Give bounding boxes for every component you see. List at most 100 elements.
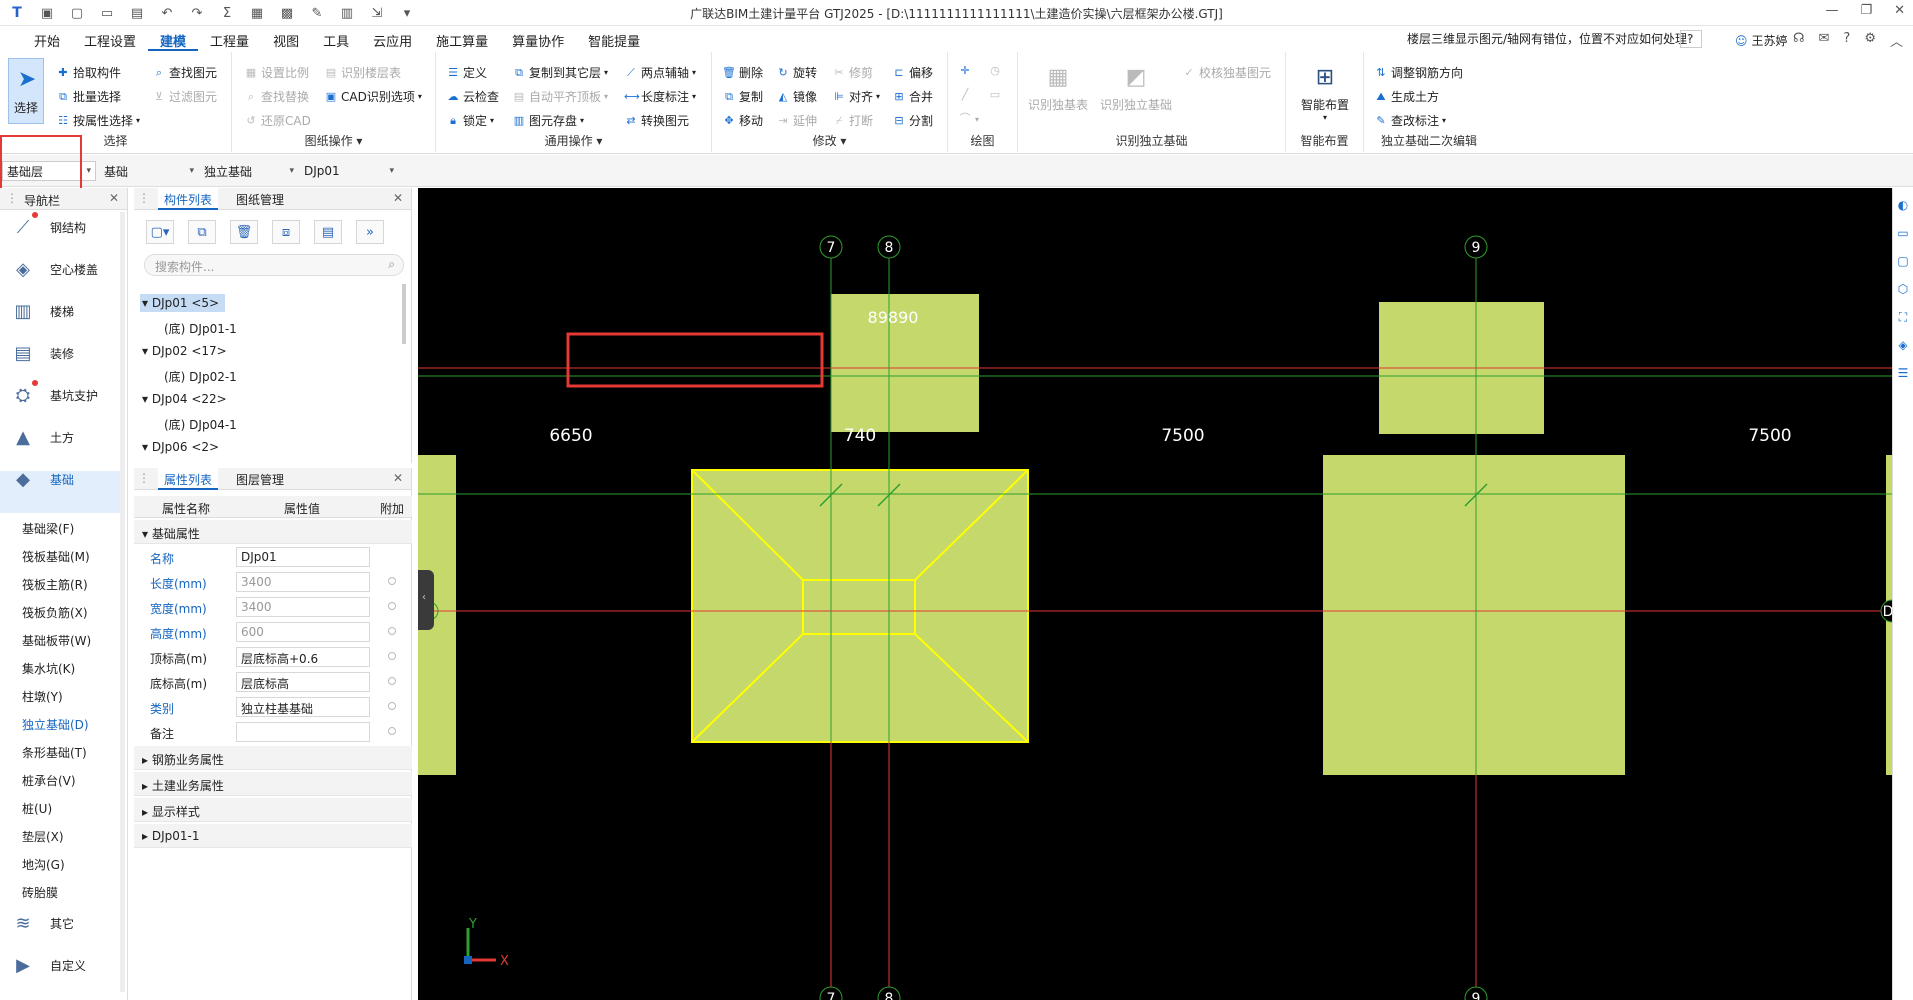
property-extra-checkbox[interactable]	[388, 652, 396, 660]
copy-button[interactable]: ⧉ 复制	[722, 88, 763, 105]
nav-subitem-2[interactable]: 筏板主筋(R)	[22, 576, 88, 593]
tab-component-list[interactable]: 构件列表	[158, 188, 219, 210]
view-iso-icon[interactable]: ⬡	[1894, 282, 1912, 300]
expand-icon[interactable]: ▾	[142, 440, 152, 454]
more-icon[interactable]: »	[356, 220, 384, 244]
property-value-input[interactable]: 600	[236, 622, 370, 642]
offset-button[interactable]: ⊏ 偏移	[892, 64, 933, 81]
property-value-input[interactable]: 层底标高+0.6	[236, 647, 370, 667]
tree-child-item[interactable]: (底) DJp04-1	[162, 414, 243, 435]
copy-component-icon[interactable]: ⧉	[188, 220, 216, 244]
smart-layout-button[interactable]: ⊞ 智能布置 ▾	[1290, 58, 1360, 123]
collapse-ribbon-icon[interactable]: ︿	[1890, 31, 1903, 50]
help-question-text[interactable]: 楼层三维显示图元/轴网有错位，位置不对应如何处理?	[1407, 30, 1693, 47]
property-extra-checkbox[interactable]	[388, 602, 396, 610]
drag-handle-icon[interactable]: ⋮	[138, 471, 150, 485]
align-button[interactable]: ⊫ 对齐 ▾	[832, 88, 880, 105]
nav-item-3[interactable]: ▤ 装修	[10, 340, 74, 366]
new-component-icon[interactable]: ▢▾	[146, 220, 174, 244]
new-file-icon[interactable]: ▣	[38, 4, 56, 22]
category-dropdown[interactable]: 基础 ▾	[100, 161, 198, 181]
drag-handle-icon[interactable]: ⋮	[138, 191, 150, 205]
nav-subitem-11[interactable]: 垫层(X)	[22, 828, 64, 845]
pen-icon[interactable]: ✎	[308, 4, 326, 22]
tab-layer-management[interactable]: 图层管理	[230, 468, 290, 490]
copy-to-floor-button[interactable]: ⧉ 复制到其它层 ▾	[512, 64, 608, 81]
property-value-input[interactable]	[236, 722, 370, 742]
tree-child-item[interactable]: (底) DJp01-1	[162, 318, 243, 339]
view-top-icon[interactable]: ▢	[1894, 254, 1912, 272]
property-value-input[interactable]: 3400	[236, 597, 370, 617]
nav-subitem-8[interactable]: 条形基础(T)	[22, 744, 87, 761]
property-extra-checkbox[interactable]	[388, 727, 396, 735]
expand-icon[interactable]: ▾	[142, 344, 152, 358]
nav-subitem-10[interactable]: 桩(U)	[22, 800, 52, 817]
mirror-button[interactable]: ◭ 镜像	[776, 88, 817, 105]
nav-subitem-13[interactable]: 砖胎膜	[22, 884, 58, 901]
open-folder-icon[interactable]: ▭	[98, 4, 116, 22]
expand-icon[interactable]: ▾	[142, 296, 152, 310]
settings-icon[interactable]: ⚙	[1864, 31, 1876, 50]
component-search-input[interactable]: 搜索构件... ⌕	[144, 254, 404, 276]
nav-subitem-6[interactable]: 柱墩(Y)	[22, 688, 63, 705]
nav-subitem-4[interactable]: 基础板带(W)	[22, 632, 91, 649]
generate-earth-button[interactable]: ⛰︎ 生成土方	[1374, 88, 1439, 105]
export-icon[interactable]: ⇲	[368, 4, 386, 22]
tree-group-item[interactable]: ▾ DJp04 <22>	[140, 390, 233, 408]
close-icon[interactable]: ✕	[109, 191, 119, 205]
layer-copy-icon[interactable]: ⧈	[272, 220, 300, 244]
table-icon[interactable]: ▩	[278, 4, 296, 22]
store-element-button[interactable]: ▥ 图元存盘 ▾	[512, 112, 584, 129]
menu-tab-1[interactable]: 工程设置	[72, 31, 148, 51]
batch-select-button[interactable]: ⧉ 批量选择	[56, 88, 121, 105]
view-list-icon[interactable]: ☰	[1894, 366, 1912, 384]
nav-item-1[interactable]: ◈ 空心楼盖	[10, 256, 98, 282]
convert-element-button[interactable]: ⇄ 转换图元	[624, 112, 689, 129]
nav-subitem-5[interactable]: 集水坑(K)	[22, 660, 75, 677]
expand-icon[interactable]: ▾	[142, 392, 152, 406]
tab-property-list[interactable]: 属性列表	[158, 468, 219, 490]
footing-9-main[interactable]	[1323, 455, 1625, 775]
nav-item-5[interactable]: ▲ 土方	[10, 424, 74, 450]
nav-subitem-3[interactable]: 筏板负筋(X)	[22, 604, 88, 621]
property-section[interactable]: ▸ 土建业务属性	[134, 772, 412, 796]
point-draw-button[interactable]: ✛	[958, 64, 972, 78]
delete-button[interactable]: 🗑︎ 删除	[722, 64, 763, 81]
close-icon[interactable]: ✕	[1894, 3, 1905, 18]
minimize-icon[interactable]: —	[1825, 3, 1838, 18]
drawing-canvas[interactable]: 7 8 9 7 8 9 D 6650 740 7500 7500 89890 Y…	[418, 188, 1892, 1000]
arc-draw-button[interactable]: ⌒ ▾	[958, 112, 980, 126]
fit-view-icon[interactable]: ⛶	[1894, 310, 1912, 328]
nav-subitem-9[interactable]: 桩承台(V)	[22, 772, 76, 789]
extend-button[interactable]: ⇥ 延伸	[776, 112, 817, 129]
property-section[interactable]: ▸ DJp01-1	[134, 824, 412, 848]
component-dropdown[interactable]: DJp01 ▾	[300, 161, 398, 181]
help-icon[interactable]: ?	[1843, 31, 1850, 50]
undo-icon[interactable]: ↶	[158, 4, 176, 22]
rotate-button[interactable]: ↻ 旋转	[776, 64, 817, 81]
nav-subitem-12[interactable]: 地沟(G)	[22, 856, 65, 873]
menu-tab-5[interactable]: 工具	[311, 31, 361, 51]
message-icon[interactable]: ✉	[1819, 31, 1830, 50]
edit-mark-button[interactable]: ✎ 查改标注 ▾	[1374, 112, 1446, 129]
menu-tab-7[interactable]: 施工算量	[424, 31, 500, 51]
user-account[interactable]: ☺ 王苏婷	[1735, 32, 1788, 49]
merge-button[interactable]: ⊞ 合并	[892, 88, 933, 105]
layer-view-icon[interactable]: ◈	[1894, 338, 1912, 356]
cloud-check-button[interactable]: ☁ 云检查	[446, 88, 500, 105]
grid-icon[interactable]: ▥	[338, 4, 356, 22]
nav-bottom-0[interactable]: ≋ 其它	[10, 910, 74, 936]
nav-item-4[interactable]: ⛭ 基坑支护	[10, 380, 98, 408]
find-element-button[interactable]: ⌕ 查找图元	[152, 64, 217, 81]
split-button[interactable]: ⊟ 分割	[892, 112, 933, 129]
property-section[interactable]: ▸ 显示样式	[134, 798, 412, 822]
nav-bottom-1[interactable]: ▶ 自定义	[10, 952, 86, 978]
more-icon[interactable]: ▾	[398, 4, 416, 22]
rotate-point-button[interactable]: ◷	[988, 64, 1002, 78]
section-basic-props[interactable]: ▾ 基础属性	[134, 520, 412, 544]
property-extra-checkbox[interactable]	[388, 577, 396, 585]
rect-draw-button[interactable]: ▭	[988, 88, 1002, 102]
pick-component-button[interactable]: ✚ 拾取构件	[56, 64, 121, 81]
report-icon[interactable]: ▦	[248, 4, 266, 22]
find-replace-button[interactable]: ⌕ 查找替换	[244, 88, 309, 105]
